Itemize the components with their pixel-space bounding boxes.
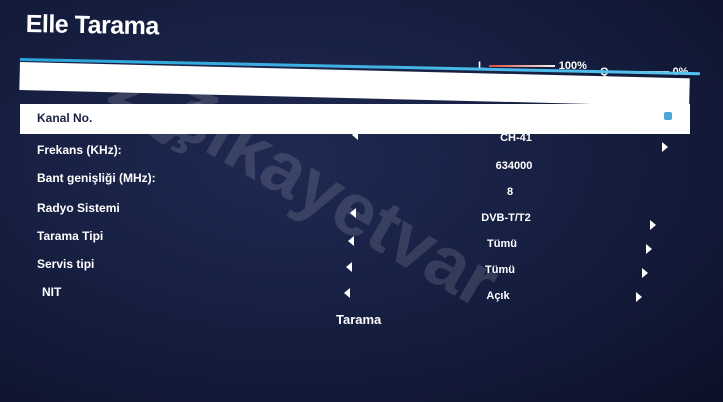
arrow-left-icon[interactable] [344, 288, 350, 298]
row-value: Açık [486, 290, 510, 302]
row-label: NIT [42, 285, 62, 299]
row-value: DVB-T/T2 [481, 212, 531, 224]
arrow-left-icon[interactable] [348, 236, 354, 246]
row-channel-no[interactable]: Kanal No. CH-41 [0, 104, 723, 152]
scroll-indicator [664, 112, 672, 120]
row-label: Kanal No. [37, 111, 93, 125]
row-label: Frekans (KHz): [37, 143, 122, 157]
row-label: Tarama Tipi [37, 229, 104, 243]
row-scan-type[interactable]: Tarama Tipi Tümü [0, 226, 723, 254]
arrow-right-icon[interactable] [646, 244, 652, 254]
scan-button[interactable]: Tarama [336, 312, 381, 327]
arrow-left-icon[interactable] [350, 208, 356, 218]
tv-screen: Elle Tarama L 100% Q 0% Kanal No. CH-41 … [0, 0, 723, 402]
row-bandwidth[interactable]: Bant genişliği (MHz): 8 [0, 168, 723, 198]
row-value: Tümü [485, 264, 515, 276]
row-label: Bant genişliği (MHz): [37, 171, 156, 185]
settings-list: Kanal No. CH-41 Frekans (KHz): 634000 Ba… [0, 0, 723, 402]
row-label: Radyo Sistemi [37, 201, 120, 215]
arrow-left-icon[interactable] [352, 130, 358, 140]
row-value: Tümü [487, 238, 517, 250]
row-label: Servis tipi [37, 257, 95, 271]
row-nit[interactable]: NIT Açık [0, 282, 723, 306]
row-frequency[interactable]: Frekans (KHz): 634000 [0, 140, 723, 172]
row-radio-system[interactable]: Radyo Sistemi DVB-T/T2 [0, 198, 723, 230]
row-service-type[interactable]: Servis tipi Tümü [0, 254, 723, 278]
row-value: 8 [506, 186, 514, 198]
arrow-left-icon[interactable] [346, 262, 352, 272]
arrow-right-icon[interactable] [636, 292, 642, 302]
arrow-right-icon[interactable] [642, 268, 648, 278]
